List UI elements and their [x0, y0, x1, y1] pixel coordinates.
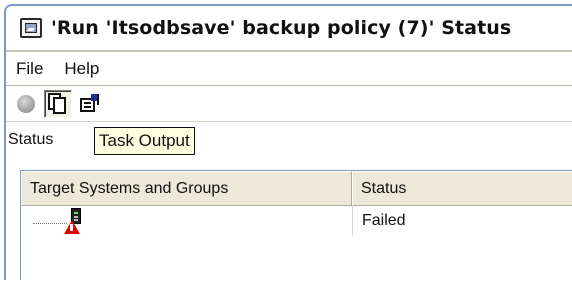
stop-button[interactable] — [12, 90, 40, 118]
targets-table: Target Systems and Groups Status Failed — [20, 170, 572, 280]
menu-bar: File Help — [6, 52, 572, 86]
task-output-tooltip: Task Output — [94, 127, 195, 155]
status-cell: Failed — [352, 206, 572, 236]
table-header: Target Systems and Groups Status — [21, 171, 572, 206]
window-title: 'Run 'Itsodbsave' backup policy (7)' Sta… — [51, 17, 512, 39]
toolbar — [6, 86, 572, 122]
status-label: Status — [8, 131, 54, 148]
title-bar[interactable]: 'Run 'Itsodbsave' backup policy (7)' Sta… — [6, 6, 572, 52]
system-warning-icon — [64, 208, 85, 234]
target-cell[interactable] — [21, 206, 352, 236]
menu-file[interactable]: File — [16, 59, 43, 79]
status-panel: Status Task Output Target Systems and Gr… — [6, 122, 572, 280]
stop-icon — [17, 94, 35, 113]
task-output-icon — [48, 92, 68, 115]
column-header-status[interactable]: Status — [352, 171, 572, 206]
status-window: 'Run 'Itsodbsave' backup policy (7)' Sta… — [4, 4, 572, 280]
properties-button[interactable] — [76, 90, 104, 118]
properties-icon — [79, 93, 101, 114]
task-output-button[interactable] — [44, 89, 72, 118]
table-row[interactable]: Failed — [21, 206, 572, 236]
menu-help[interactable]: Help — [64, 59, 99, 79]
column-header-target[interactable]: Target Systems and Groups — [21, 171, 352, 206]
status-window-icon — [20, 18, 42, 38]
tree-connector — [33, 223, 67, 224]
